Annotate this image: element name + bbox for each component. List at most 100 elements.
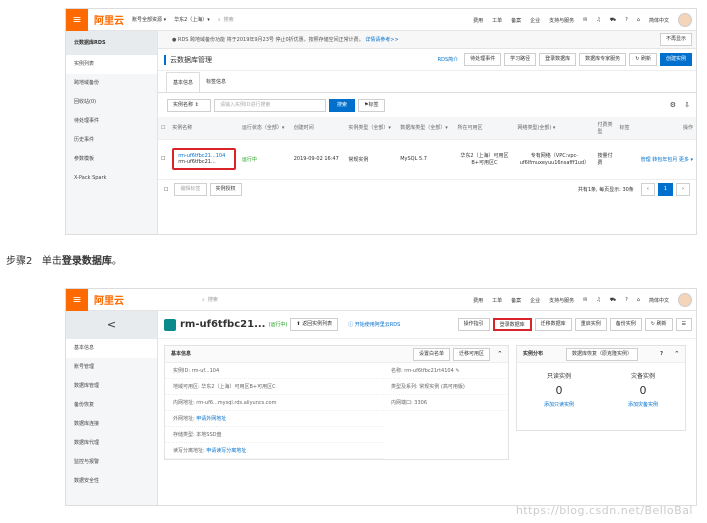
prev-page-button[interactable]: ‹	[640, 183, 655, 196]
aliyun-logo[interactable]: 阿里云	[94, 292, 124, 307]
sidebar-item-cross-region-backup[interactable]: 跨地域备份	[66, 74, 157, 93]
more-link[interactable]: 更多 ▾	[679, 157, 693, 163]
help-icon[interactable]: ?	[625, 297, 628, 303]
guide-button[interactable]: 操作指引	[457, 318, 490, 331]
help-icon[interactable]: ?	[625, 17, 628, 23]
cart-icon[interactable]: ⛟	[610, 297, 616, 304]
bell-icon[interactable]: ♫	[596, 17, 600, 23]
sidebar-item-connection[interactable]: 数据库连接	[66, 415, 157, 434]
region-selector[interactable]: 账号全部资源 ▾	[132, 16, 166, 23]
migrate-db-button[interactable]: 迁移数据库	[534, 318, 572, 331]
avatar[interactable]	[678, 293, 692, 307]
login-db-button[interactable]: 登录数据库	[539, 53, 577, 66]
sidebar-item-history-events[interactable]: 历史事件	[66, 131, 157, 150]
sidebar-item-xpack-spark[interactable]: X-Pack Spark	[66, 169, 157, 188]
filter-field-select[interactable]: 实例名称 ⇕	[167, 98, 211, 112]
global-search[interactable]: ⌕ 搜索	[218, 16, 234, 24]
set-whitelist-button[interactable]: 设置白名单	[412, 348, 450, 361]
nav-support[interactable]: 支持与服务	[549, 17, 574, 24]
nav-ticket[interactable]: 工单	[492, 17, 502, 24]
message-icon[interactable]: ✉	[583, 297, 587, 303]
edit-icon[interactable]: ✎	[455, 368, 459, 374]
add-dr-link[interactable]: 添加灾备实例	[601, 401, 685, 408]
download-icon[interactable]: ⇩	[684, 101, 690, 109]
rds-intro-link[interactable]: RDS简介	[438, 56, 459, 63]
home-icon[interactable]: ⌂	[637, 297, 640, 303]
home-icon[interactable]: ⌂	[637, 17, 640, 23]
sidebar-item-recycle-bin[interactable]: 回收站(0)	[66, 93, 157, 112]
select-all-checkbox[interactable]: ☐	[158, 117, 170, 139]
db-restore-button[interactable]: 数据库恢复（原克隆实例）	[566, 348, 639, 361]
nav-icp[interactable]: 备案	[511, 297, 521, 304]
back-to-list-button[interactable]: ⬆ 返回实例列表	[290, 318, 339, 331]
sidebar-item-pending-events[interactable]: 待处理事件	[66, 112, 157, 131]
backup-button[interactable]: 备份实例	[609, 318, 642, 331]
nav-fees[interactable]: 费用	[473, 297, 483, 304]
menu-icon[interactable]: ≡	[66, 9, 88, 31]
refresh-button[interactable]: ↻ 刷新	[629, 53, 657, 66]
aliyun-logo[interactable]: 阿里云	[94, 12, 124, 27]
search-button[interactable]: 搜索	[329, 98, 355, 112]
sidebar-item-backup[interactable]: 备份恢复	[66, 396, 157, 415]
pending-events-button[interactable]: 待处理事件	[464, 53, 502, 66]
create-instance-button[interactable]: 创建实例	[659, 53, 692, 66]
row-checkbox[interactable]: ☐	[158, 138, 170, 179]
col-status[interactable]: 运行状态（全部）▾	[238, 117, 291, 139]
nav-enterprise[interactable]: 企业	[530, 297, 540, 304]
next-page-button[interactable]: ›	[676, 183, 690, 196]
zone-selector[interactable]: 华东2（上海）▾	[174, 16, 210, 23]
apply-rw-split-link[interactable]: 申请读写分离地址	[206, 448, 246, 454]
global-search[interactable]: ⌕ 搜索	[202, 296, 218, 304]
sidebar-item-accounts[interactable]: 账号管理	[66, 358, 157, 377]
convert-link[interactable]: 转包年包月	[652, 157, 677, 163]
learning-path-button[interactable]: 学习路径	[504, 53, 537, 66]
list-view-icon[interactable]: ☰	[675, 318, 692, 331]
nav-language[interactable]: 简体中文	[649, 297, 669, 304]
refresh-button[interactable]: ↻ 刷新	[644, 318, 673, 331]
login-database-button[interactable]: 登录数据库	[492, 318, 532, 331]
collapse-icon[interactable]: ^	[675, 346, 679, 363]
nav-enterprise[interactable]: 企业	[530, 17, 540, 24]
sidebar-item-param-template[interactable]: 参数模板	[66, 150, 157, 169]
nav-fees[interactable]: 费用	[473, 17, 483, 24]
instance-auth-button[interactable]: 实例授权	[209, 183, 242, 196]
sidebar-item-basic-info[interactable]: 基本信息	[66, 339, 157, 358]
settings-icon[interactable]: ⚙	[670, 101, 676, 109]
migrate-zone-button[interactable]: 迁移可用区	[452, 348, 490, 361]
avatar[interactable]	[678, 13, 692, 27]
nav-support[interactable]: 支持与服务	[549, 297, 574, 304]
instance-search-input[interactable]: 请输入实例ID进行搜索	[214, 98, 326, 112]
edit-tag-button[interactable]: 编辑标签	[174, 183, 207, 196]
notice-link[interactable]: 详情请参考>>	[365, 37, 398, 43]
db-expert-button[interactable]: 数据库专家服务	[579, 53, 627, 66]
col-instance-type[interactable]: 实例类型（全部）▾	[345, 117, 398, 139]
getting-started-link[interactable]: ⓘ 开始使用阿里云RDS	[348, 321, 400, 328]
sidebar-item-instances[interactable]: 实例列表	[66, 55, 157, 74]
dismiss-notice-button[interactable]: 不再显示	[659, 33, 692, 46]
sidebar-item-security[interactable]: 数据安全性	[66, 472, 157, 491]
help-icon[interactable]: ?	[660, 346, 663, 363]
tab-tag-info[interactable]: 标签信息	[200, 72, 232, 91]
nav-language[interactable]: 简体中文	[649, 17, 669, 24]
footer-checkbox[interactable]: ☐	[164, 187, 168, 193]
apply-public-addr-link[interactable]: 申请外网地址	[196, 416, 226, 422]
cart-icon[interactable]: ⛟	[610, 17, 616, 24]
collapse-icon[interactable]: ^	[498, 346, 502, 363]
tab-basic-info[interactable]: 基本信息	[166, 71, 201, 92]
sidebar-item-monitoring[interactable]: 监控与报警	[66, 453, 157, 472]
sidebar-item-databases[interactable]: 数据库管理	[66, 377, 157, 396]
col-db-type[interactable]: 数据库类型（全部）▾	[397, 117, 455, 139]
bell-icon[interactable]: ♫	[596, 297, 600, 303]
back-button[interactable]: <	[66, 311, 157, 339]
nav-ticket[interactable]: 工单	[492, 297, 502, 304]
add-readonly-link[interactable]: 添加只读实例	[517, 401, 601, 408]
manage-link[interactable]: 管理	[641, 157, 651, 163]
restart-button[interactable]: 重启实例	[574, 318, 607, 331]
message-icon[interactable]: ✉	[583, 17, 587, 23]
sidebar-item-proxy[interactable]: 数据库代理	[66, 434, 157, 453]
page-number[interactable]: 1	[657, 183, 673, 196]
menu-icon[interactable]: ≡	[66, 289, 88, 311]
tag-filter-button[interactable]: ⚑标签	[358, 98, 385, 112]
col-network[interactable]: 网络类型(全部) ▾	[514, 117, 595, 139]
nav-icp[interactable]: 备案	[511, 17, 521, 24]
